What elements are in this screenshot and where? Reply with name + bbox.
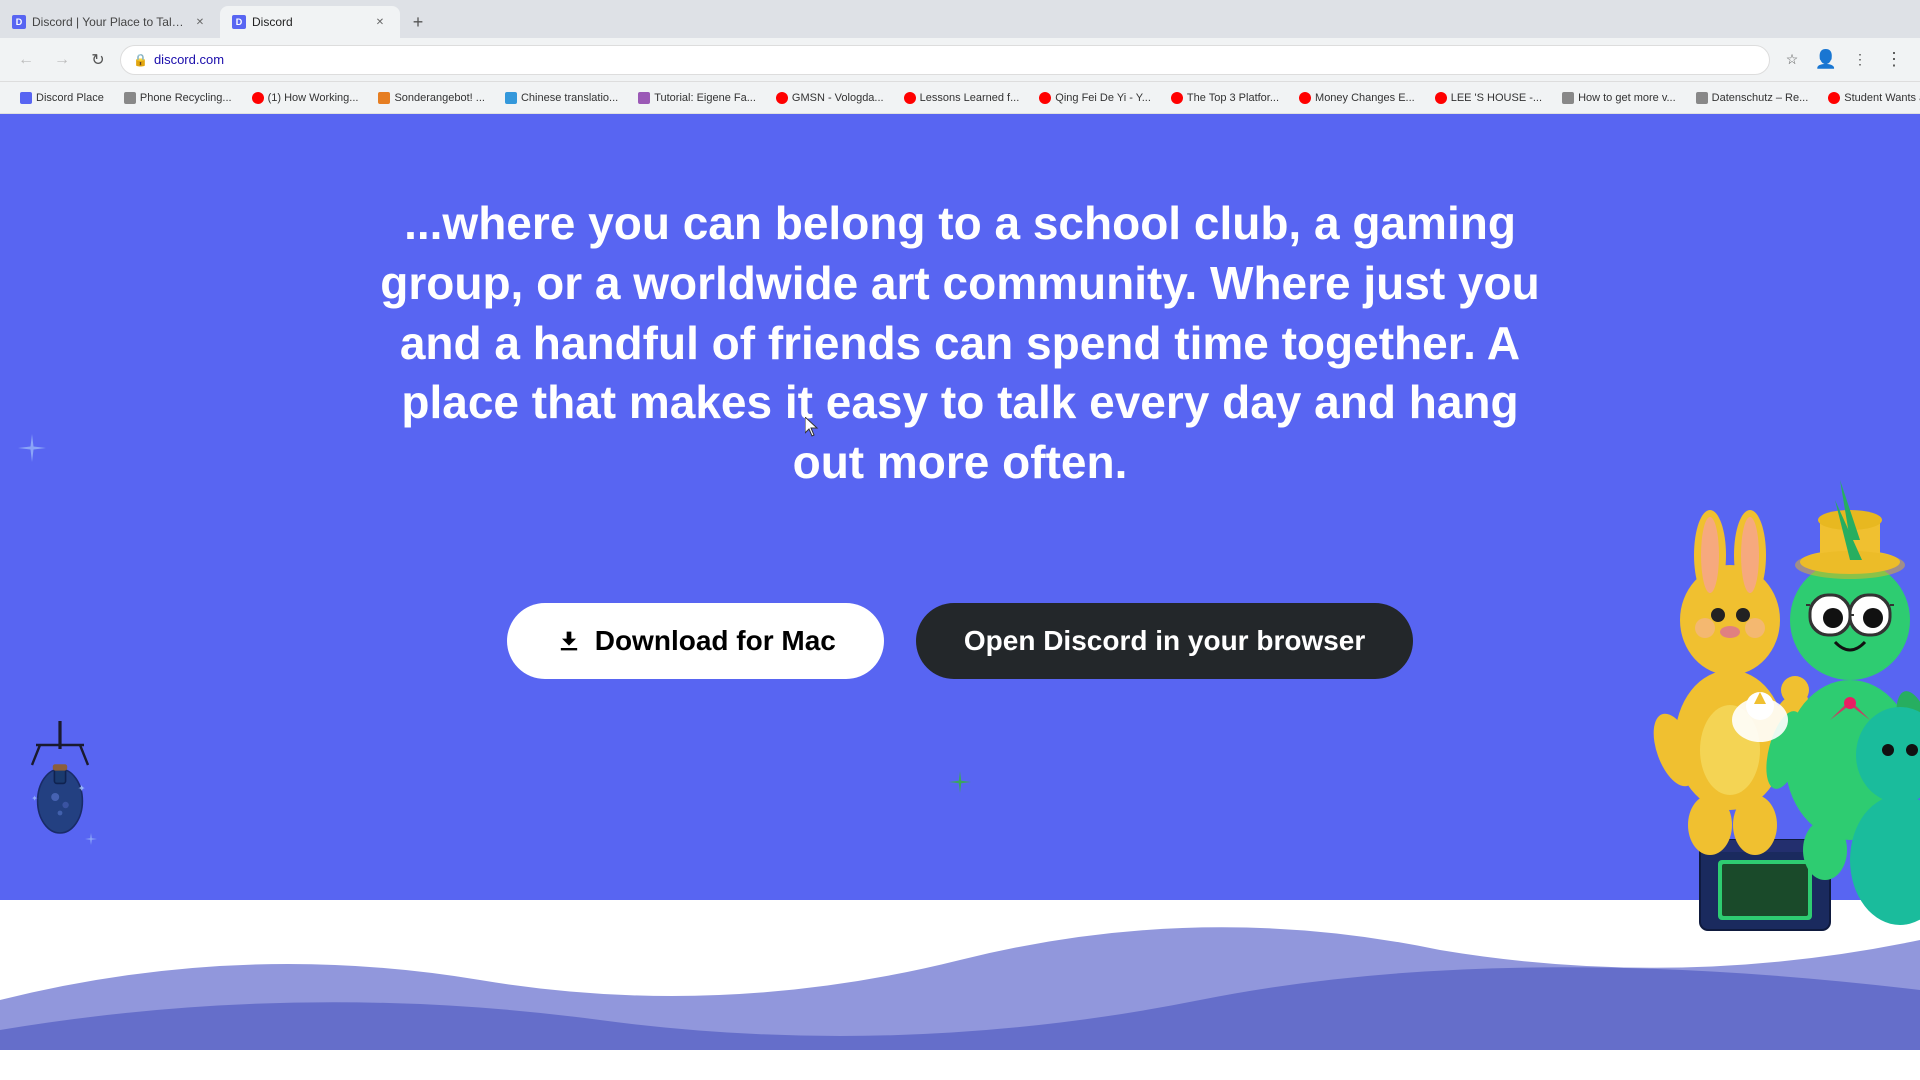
lock-icon: 🔒 [133, 53, 148, 67]
bookmark-7-favicon [904, 92, 916, 104]
bookmark-12-label: How to get more v... [1578, 92, 1676, 104]
characters-illustration [1520, 114, 1920, 1080]
hero-section: ✦ ✦ [0, 114, 1920, 1080]
bookmark-3-favicon [378, 92, 390, 104]
bookmark-5-favicon [638, 92, 650, 104]
bookmark-14-label: Student Wants a... [1844, 92, 1920, 104]
bookmark-13-favicon [1696, 92, 1708, 104]
bookmark-10-favicon [1299, 92, 1311, 104]
svg-text:✦: ✦ [31, 794, 38, 803]
tab-2-favicon: D [232, 15, 246, 29]
page-content: ✦ ✦ [0, 114, 1920, 1080]
bookmark-11[interactable]: LEE 'S HOUSE -... [1427, 90, 1550, 106]
bookmark-star-button[interactable]: ☆ [1778, 46, 1806, 74]
refresh-button[interactable]: ↻ [84, 46, 112, 74]
sparkle-center [949, 771, 971, 798]
bookmark-7-label: Lessons Learned f... [920, 92, 1020, 104]
tab-1-favicon: D [12, 15, 26, 29]
bookmark-10-label: Money Changes E... [1315, 92, 1415, 104]
tab-1-title: Discord | Your Place to Talk ... [32, 15, 186, 29]
bookmark-11-label: LEE 'S HOUSE -... [1451, 92, 1542, 104]
bookmark-8-favicon [1039, 92, 1051, 104]
back-button[interactable]: ← [12, 46, 40, 74]
bookmark-9-favicon [1171, 92, 1183, 104]
bookmark-9-label: The Top 3 Platfor... [1187, 92, 1279, 104]
bookmark-12[interactable]: How to get more v... [1554, 90, 1684, 106]
browser-tab-1[interactable]: D Discord | Your Place to Talk ... ✕ [0, 6, 220, 38]
bookmark-2-label: (1) How Working... [268, 92, 359, 104]
tab-2-title: Discord [252, 15, 366, 29]
bookmark-2-favicon [252, 92, 264, 104]
menu-button[interactable]: ⋮ [1880, 46, 1908, 74]
browser-chrome: D Discord | Your Place to Talk ... ✕ D D… [0, 0, 1920, 114]
browser-tab-2[interactable]: D Discord ✕ [220, 6, 400, 38]
hero-text-container: ...where you can belong to a school club… [260, 134, 1660, 593]
bookmark-1[interactable]: Phone Recycling... [116, 90, 240, 106]
bookmark-discord-place-favicon [20, 92, 32, 104]
bookmark-5-label: Tutorial: Eigene Fa... [654, 92, 756, 104]
bookmark-discord-place[interactable]: Discord Place [12, 90, 112, 106]
download-mac-label: Download for Mac [595, 625, 836, 657]
bookmark-4[interactable]: Chinese translatio... [497, 90, 626, 106]
bookmark-8[interactable]: Qing Fei De Yi - Y... [1031, 90, 1159, 106]
bookmark-4-label: Chinese translatio... [521, 92, 618, 104]
bookmarks-bar: Discord Place Phone Recycling... (1) How… [0, 82, 1920, 114]
lantern-decoration: ✦ ✦ [20, 720, 120, 880]
bookmark-12-favicon [1562, 92, 1574, 104]
bookmark-9[interactable]: The Top 3 Platfor... [1163, 90, 1287, 106]
download-mac-button[interactable]: Download for Mac [507, 603, 884, 679]
bookmark-14[interactable]: Student Wants a... [1820, 90, 1920, 106]
extensions-button[interactable]: ⋮ [1846, 46, 1874, 74]
bookmark-4-favicon [505, 92, 517, 104]
profile-button[interactable]: 👤 [1812, 46, 1840, 74]
bookmark-2[interactable]: (1) How Working... [244, 90, 367, 106]
tab-2-close[interactable]: ✕ [372, 14, 388, 30]
bookmark-10[interactable]: Money Changes E... [1291, 90, 1423, 106]
nav-right-controls: ☆ 👤 ⋮ ⋮ [1778, 46, 1908, 74]
bookmark-6-label: GMSN - Vologda... [792, 92, 884, 104]
forward-button[interactable]: → [48, 46, 76, 74]
sparkle-left [18, 434, 46, 467]
bookmark-3-label: Sonderangebot! ... [394, 92, 485, 104]
bookmark-5[interactable]: Tutorial: Eigene Fa... [630, 90, 764, 106]
cta-buttons-container: Download for Mac Open Discord in your br… [507, 603, 1414, 679]
bookmark-13[interactable]: Datenschutz – Re... [1688, 90, 1817, 106]
bookmark-11-favicon [1435, 92, 1447, 104]
download-icon [555, 627, 583, 655]
tab-bar: D Discord | Your Place to Talk ... ✕ D D… [0, 0, 1920, 38]
new-tab-button[interactable]: + [404, 8, 432, 36]
bookmark-6[interactable]: GMSN - Vologda... [768, 90, 892, 106]
nav-bar: ← → ↻ 🔒 discord.com ☆ 👤 ⋮ ⋮ [0, 38, 1920, 82]
bookmark-3[interactable]: Sonderangebot! ... [370, 90, 493, 106]
open-browser-button[interactable]: Open Discord in your browser [916, 603, 1413, 679]
bookmark-discord-place-label: Discord Place [36, 92, 104, 104]
open-browser-label: Open Discord in your browser [964, 625, 1365, 657]
bookmark-13-label: Datenschutz – Re... [1712, 92, 1809, 104]
address-bar[interactable]: 🔒 discord.com [120, 45, 1770, 75]
bookmark-1-label: Phone Recycling... [140, 92, 232, 104]
hero-headline: ...where you can belong to a school club… [380, 194, 1540, 493]
bookmark-6-favicon [776, 92, 788, 104]
url-text: discord.com [154, 52, 224, 67]
tab-1-close[interactable]: ✕ [192, 14, 208, 30]
svg-text:✦: ✦ [78, 783, 86, 794]
bookmark-8-label: Qing Fei De Yi - Y... [1055, 92, 1151, 104]
bookmark-14-favicon [1828, 92, 1840, 104]
bookmark-7[interactable]: Lessons Learned f... [896, 90, 1028, 106]
bookmark-1-favicon [124, 92, 136, 104]
